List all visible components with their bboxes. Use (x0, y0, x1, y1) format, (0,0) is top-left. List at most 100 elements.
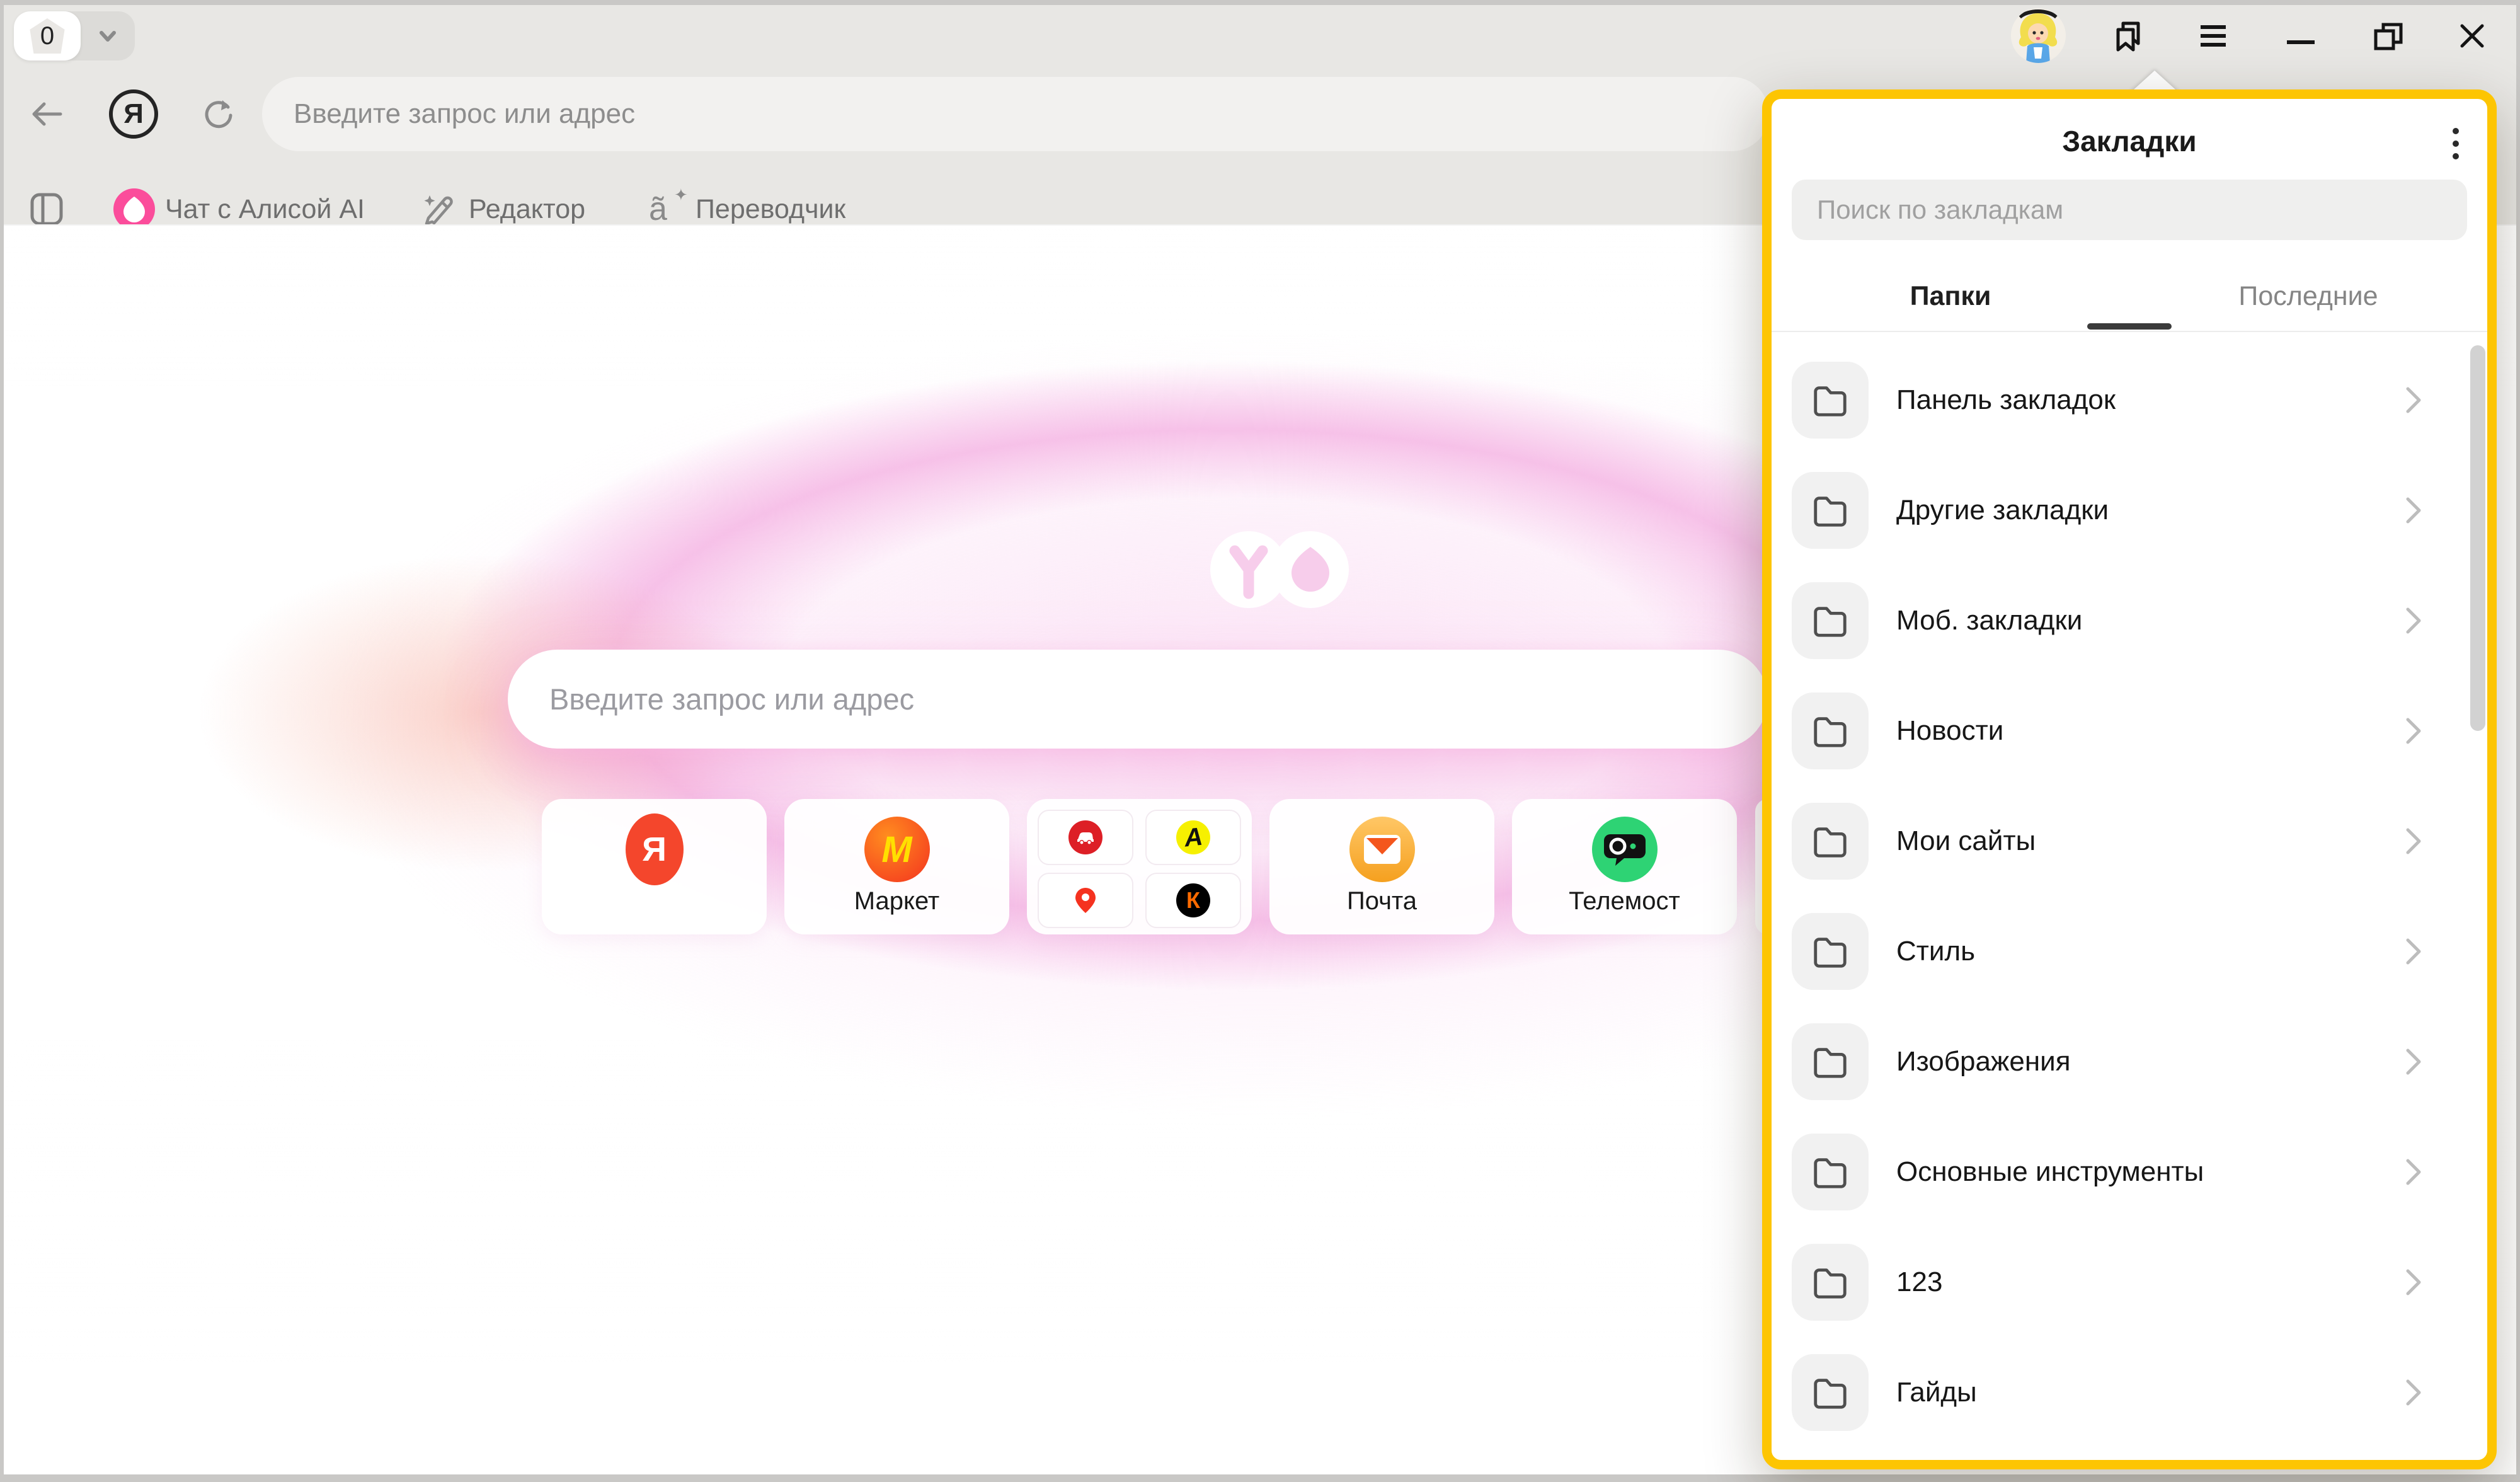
folder-row[interactable]: 123 (1772, 1227, 2487, 1337)
tile-apps-grid[interactable]: A К (1027, 799, 1252, 934)
refresh-button[interactable] (201, 96, 236, 132)
afisha-mini-tile[interactable]: A (1145, 810, 1241, 865)
address-bar-input[interactable] (262, 77, 1769, 151)
kinopoisk-icon: К (1176, 883, 1210, 917)
chevron-right-icon (2405, 1048, 2422, 1076)
folder-icon (1792, 582, 1869, 659)
folder-label: Основные инструменты (1896, 1156, 2204, 1188)
kinopoisk-mini-tile[interactable]: К (1145, 873, 1241, 928)
tab-button[interactable]: 0 (14, 11, 135, 60)
divider (1772, 331, 2487, 332)
tile-mail[interactable]: Почта (1269, 799, 1494, 934)
folder-icon (1792, 692, 1869, 769)
sidebar-toggle-icon[interactable] (29, 192, 64, 227)
chevron-right-icon (2405, 386, 2422, 414)
chevron-right-icon (2405, 607, 2422, 635)
folder-label: Стиль (1896, 936, 1975, 967)
panel-title: Закладки (1772, 124, 2487, 158)
folder-row[interactable]: Новости (1772, 675, 2487, 786)
folder-row[interactable]: Гайды (1772, 1337, 2487, 1447)
folder-row[interactable]: Моб. закладки (1772, 565, 2487, 675)
folder-label: Новости (1896, 715, 2003, 747)
profile-avatar[interactable] (2011, 8, 2066, 63)
folder-icon (1792, 1134, 1869, 1210)
chevron-right-icon (2405, 827, 2422, 855)
tile-yandex[interactable]: Я (542, 799, 767, 934)
tile-label: Телемост (1512, 887, 1737, 916)
minimize-button[interactable] (2286, 21, 2316, 51)
folder-icon (1792, 472, 1869, 549)
folder-icon (1792, 1023, 1869, 1100)
folder-row[interactable]: Изображения (1772, 1006, 2487, 1117)
bookmarks-panel: Закладки Папки Последние Панель закладок… (1762, 89, 2497, 1469)
panel-scrollbar-thumb[interactable] (2470, 345, 2485, 731)
main-search-box[interactable] (508, 650, 1768, 749)
back-button[interactable] (29, 96, 64, 132)
folder-label: Гайды (1896, 1377, 1977, 1408)
afisha-letter: A (1183, 822, 1203, 853)
chevron-right-icon (2405, 1158, 2422, 1186)
chevron-right-icon (2405, 938, 2422, 965)
folder-row[interactable]: Другие закладки (1772, 455, 2487, 565)
taxi-mini-tile[interactable] (1038, 810, 1133, 865)
chevron-right-icon (2405, 717, 2422, 745)
folder-label: Моб. закладки (1896, 605, 2082, 636)
folder-label: Изображения (1896, 1046, 2071, 1077)
chevron-right-icon (2405, 1379, 2422, 1406)
folder-icon (1792, 803, 1869, 880)
tab-list-chevron-icon[interactable] (81, 23, 135, 49)
folder-icon (1792, 913, 1869, 990)
bookmark-bar-item-translator[interactable]: Переводчик (696, 193, 845, 226)
folder-icon (1792, 362, 1869, 439)
map-pin-icon (1074, 887, 1097, 914)
bookmark-bar-item-editor[interactable]: Редактор (469, 193, 585, 226)
kinopoisk-letter: К (1186, 887, 1200, 914)
tab-recent[interactable]: Последние (2129, 277, 2487, 315)
active-tab[interactable]: 0 (14, 11, 81, 60)
bookmark-bar-item-alice[interactable]: Чат с Алисой AI (165, 193, 365, 226)
folder-icon (1792, 1354, 1869, 1431)
taxi-icon (1068, 820, 1102, 854)
chevron-right-icon (2405, 1268, 2422, 1296)
panel-tabs: Папки Последние (1772, 277, 2487, 315)
market-tile-letter: М (881, 829, 912, 871)
folder-row[interactable]: Мои сайты (1772, 786, 2487, 896)
yandex-yo-logo (1210, 531, 1351, 609)
chevron-right-icon (2405, 497, 2422, 524)
tab-counter-badge: 0 (28, 18, 66, 54)
folder-label: Мои сайты (1896, 825, 2036, 857)
market-icon: М (864, 817, 930, 882)
folder-row[interactable]: Стиль (1772, 896, 2487, 1006)
active-tab-underline (2087, 323, 2172, 330)
telemost-icon (1592, 817, 1658, 882)
close-button[interactable] (2457, 21, 2487, 51)
folder-label: 123 (1896, 1267, 1942, 1298)
translator-icon[interactable]: ã ✦ (649, 189, 693, 229)
tile-telemost[interactable]: Телемост (1512, 799, 1737, 934)
yandex-home-button[interactable]: Я (109, 89, 158, 139)
main-search-input[interactable] (508, 650, 1768, 749)
mail-icon (1349, 817, 1415, 882)
kebab-menu-icon[interactable] (2452, 128, 2460, 166)
folder-row[interactable]: Панель закладок (1772, 345, 2487, 455)
folder-row[interactable]: Основные инструменты (1772, 1117, 2487, 1227)
bookmarks-search-input[interactable] (1792, 180, 2467, 240)
folder-list: Панель закладок Другие закладки Моб. зак… (1772, 345, 2487, 1447)
yandex-letter: Я (123, 98, 144, 130)
restore-button[interactable] (2373, 21, 2403, 51)
yandex-icon: Я (626, 813, 684, 885)
tile-market[interactable]: М Маркет (784, 799, 1009, 934)
menu-button[interactable] (2198, 21, 2228, 51)
folder-label: Другие закладки (1896, 495, 2109, 526)
bookmarks-button[interactable] (2110, 18, 2146, 54)
editor-icon[interactable] (421, 190, 459, 228)
sparkle-icon: ✦ (674, 185, 688, 205)
maps-mini-tile[interactable] (1038, 873, 1133, 928)
folder-label: Панель закладок (1896, 384, 2116, 416)
folder-icon (1792, 1244, 1869, 1321)
yandex-tile-letter: Я (642, 830, 667, 869)
tile-label: Почта (1269, 887, 1494, 916)
tab-folders[interactable]: Папки (1772, 277, 2129, 315)
tile-label: Маркет (784, 887, 1009, 916)
afisha-icon: A (1176, 820, 1210, 854)
